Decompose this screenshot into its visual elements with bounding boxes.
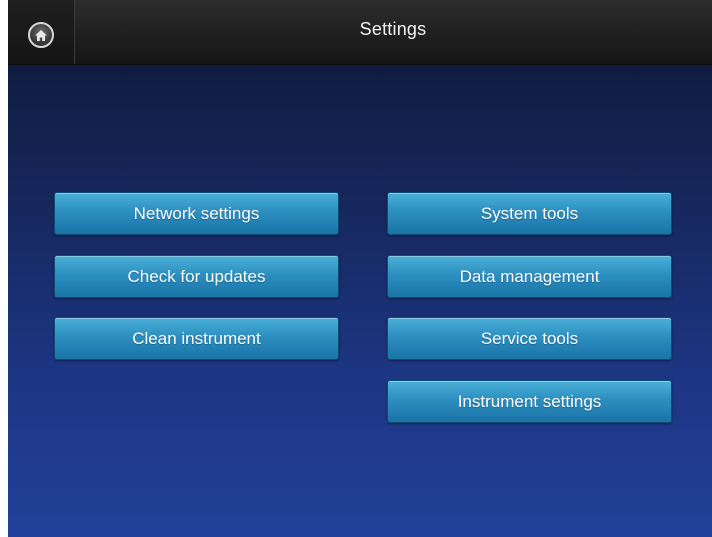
clean-instrument-button[interactable]: Clean instrument xyxy=(54,317,339,360)
page-title: Settings xyxy=(359,19,427,39)
data-management-button[interactable]: Data management xyxy=(387,255,672,298)
service-tools-button[interactable]: Service tools xyxy=(387,317,672,360)
home-button-area[interactable] xyxy=(8,0,75,64)
home-button[interactable] xyxy=(28,22,54,48)
check-for-updates-button[interactable]: Check for updates xyxy=(54,255,339,298)
top-bar: Settings xyxy=(8,0,712,65)
system-tools-button[interactable]: System tools xyxy=(387,192,672,235)
network-settings-button[interactable]: Network settings xyxy=(54,192,339,235)
settings-screen: Settings Network settings Check for upda… xyxy=(8,0,712,537)
instrument-settings-button[interactable]: Instrument settings xyxy=(387,380,672,423)
home-icon xyxy=(34,29,48,42)
